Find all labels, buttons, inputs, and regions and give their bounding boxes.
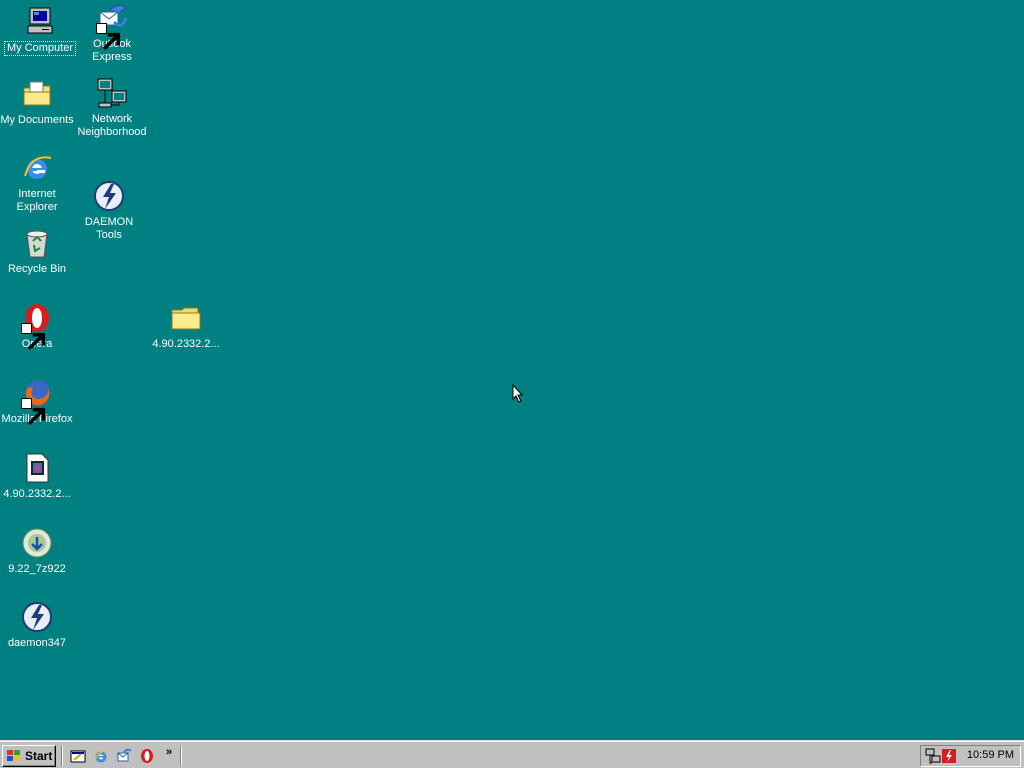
network-icon [96, 77, 128, 109]
desktop-icon-network-neighborhood[interactable]: Network Neighborhood [74, 77, 150, 139]
system-tray: 10:59 PM [920, 745, 1021, 767]
desktop-icon-label: daemon347 [7, 637, 67, 649]
shortcut-arrow-icon [21, 323, 46, 351]
outlook-express-icon [117, 748, 132, 762]
desktop-icon-daemon347[interactable]: daemon347 [0, 601, 75, 650]
desktop-icon-label: Internet Explorer [16, 188, 58, 213]
windows-logo-icon [7, 750, 20, 761]
outlook-express-icon [96, 2, 128, 51]
opera-icon [21, 302, 53, 351]
desktop-icon-label: 4.90.2332.2... [3, 488, 71, 500]
desktop-icon-outlook-express[interactable]: Outlook Express [74, 2, 150, 64]
desktop-icon-label: Recycle Bin [7, 263, 67, 275]
desktop-icon-label: DAEMON Tools [84, 216, 134, 241]
start-label: Start [25, 749, 53, 763]
desktop-icon-label: My Documents [0, 114, 74, 126]
desktop-icon-label: My Computer [3, 41, 77, 56]
folder-icon [170, 302, 202, 334]
desktop-icon-label: 9.22_7z922 [8, 563, 66, 575]
desktop-icon-my-documents[interactable]: My Documents [0, 78, 75, 127]
taskbar-separator [180, 746, 182, 766]
desktop-icon-media-file[interactable]: 4.90.2332.2... [0, 452, 75, 501]
desktop-icon-label: 4.90.2332.2... [152, 338, 220, 350]
quick-launch-outlook-express[interactable] [116, 748, 134, 764]
desktop-icon-internet-explorer[interactable]: Internet Explorer [0, 152, 75, 214]
internet-explorer-icon [21, 152, 53, 184]
desktop-icon-recycle-bin[interactable]: Recycle Bin [0, 227, 75, 276]
desktop-icon-folder[interactable]: 4.90.2332.2... [148, 302, 224, 351]
recycle-bin-icon [21, 227, 53, 259]
desktop-icon-my-computer[interactable]: My Computer [2, 5, 78, 56]
shortcut-arrow-icon [96, 23, 121, 51]
desktop-icon-label: Network Neighborhood [77, 113, 147, 138]
taskbar-separator [61, 746, 63, 766]
firefox-icon [21, 377, 53, 426]
quick-launch-internet-explorer[interactable] [93, 748, 111, 764]
documents-folder-icon [21, 78, 53, 110]
taskbar-clock[interactable]: 10:59 PM [967, 749, 1014, 761]
daemon-tray-icon[interactable] [941, 748, 957, 764]
desktop[interactable]: My Computer Outlook Express My Documents… [0, 0, 1024, 740]
opera-icon [141, 749, 153, 763]
desktop-icon-mozilla-firefox[interactable]: Mozilla Firefox [0, 377, 75, 426]
desktop-icon-7z-installer[interactable]: 9.22_7z922 [0, 527, 75, 576]
media-file-icon [21, 452, 53, 484]
internet-explorer-icon [94, 750, 109, 763]
shortcut-arrow-icon [21, 398, 46, 426]
start-button[interactable]: Start [2, 745, 56, 767]
daemon-tools-icon [93, 180, 125, 212]
quick-launch-opera[interactable] [139, 748, 157, 764]
network-tray-icon[interactable] [925, 748, 941, 764]
desktop-icon-opera[interactable]: Opera [0, 302, 75, 351]
computer-icon [24, 5, 56, 37]
installer-icon [21, 527, 53, 559]
taskbar: Start » 10:59 PM [0, 740, 1024, 768]
quick-launch-show-desktop[interactable] [70, 748, 88, 764]
quick-launch-overflow-button[interactable]: » [166, 746, 172, 758]
show-desktop-icon [70, 750, 86, 763]
desktop-icon-daemon-tools[interactable]: DAEMON Tools [71, 180, 147, 242]
mouse-pointer-icon [512, 384, 524, 403]
daemon-installer-icon [21, 601, 53, 633]
